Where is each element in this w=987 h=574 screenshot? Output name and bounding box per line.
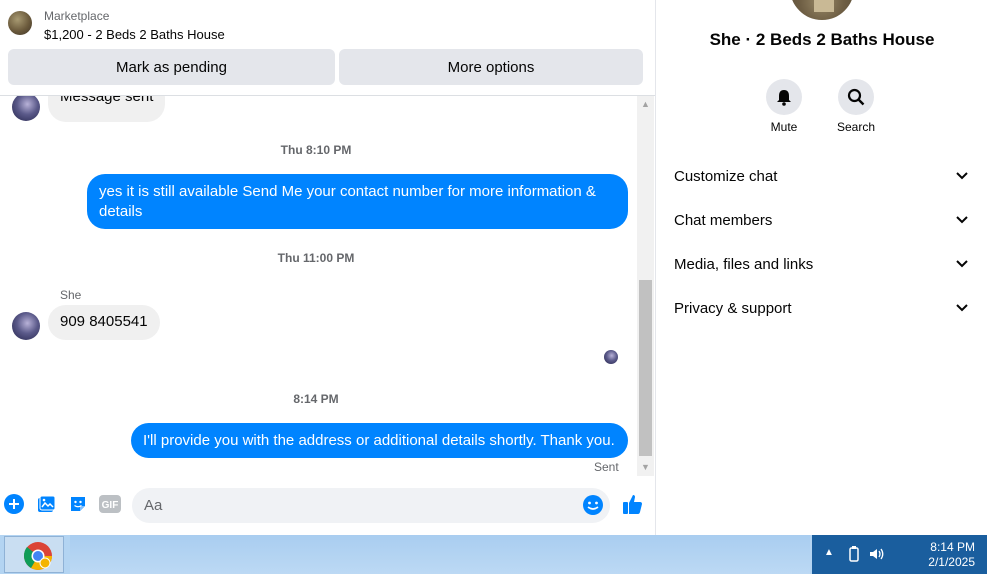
- image-icon[interactable]: [35, 493, 57, 515]
- volume-icon[interactable]: [868, 546, 884, 562]
- chevron-down-icon: [954, 256, 970, 272]
- listing-source: Marketplace: [44, 9, 110, 23]
- bell-icon[interactable]: [766, 79, 802, 115]
- listing-thumbnail[interactable]: [8, 11, 32, 35]
- message-bubble-outgoing[interactable]: I'll provide you with the address or add…: [131, 423, 628, 458]
- search-button[interactable]: Search: [826, 79, 886, 134]
- clock-date: 2/1/2025: [928, 555, 975, 569]
- scroll-up-arrow-icon[interactable]: ▲: [637, 96, 654, 113]
- chevron-down-icon: [954, 212, 970, 228]
- show-hidden-icons-icon[interactable]: ▲: [824, 547, 834, 558]
- clock-time: 8:14 PM: [930, 540, 975, 554]
- listing-title[interactable]: $1,200 - 2 Beds 2 Baths House: [44, 27, 225, 42]
- thread-scrollbar[interactable]: ▲ ▼: [637, 96, 654, 476]
- timestamp: 8:14 PM: [293, 392, 339, 406]
- section-chat-members[interactable]: Chat members: [664, 202, 980, 238]
- listing-photo[interactable]: [788, 0, 856, 22]
- system-tray: ▲ 8:14 PM 2/1/2025: [812, 535, 987, 574]
- chat-pane: Marketplace $1,200 - 2 Beds 2 Baths Hous…: [0, 0, 655, 535]
- conversation-info-pane: She · 2 Beds 2 Baths House Mute Search C…: [655, 0, 987, 535]
- chevron-down-icon: [954, 168, 970, 184]
- mute-button[interactable]: Mute: [754, 79, 814, 134]
- listing-header: Marketplace $1,200 - 2 Beds 2 Baths Hous…: [0, 0, 655, 96]
- gif-label: GIF: [102, 500, 119, 511]
- section-title: Customize chat: [674, 167, 778, 185]
- contact-avatar[interactable]: [12, 312, 40, 340]
- section-title: Chat members: [674, 211, 773, 229]
- sender-name: She: [60, 288, 82, 302]
- emoji-icon[interactable]: [582, 494, 604, 516]
- message-composer: GIF: [0, 476, 655, 535]
- message-text: yes it is still available Send Me your c…: [99, 183, 596, 220]
- message-text: Message sent: [60, 96, 154, 105]
- contact-avatar[interactable]: [12, 96, 40, 121]
- delivery-status: Sent: [594, 460, 619, 474]
- message-text: I'll provide you with the address or add…: [143, 432, 615, 449]
- seen-avatar: [604, 350, 618, 364]
- taskbar: ▲ 8:14 PM 2/1/2025: [0, 535, 987, 574]
- mute-label: Mute: [770, 120, 798, 134]
- timestamp: Thu 11:00 PM: [277, 251, 355, 265]
- scrollbar-thumb[interactable]: [639, 280, 652, 456]
- timestamp: Thu 8:10 PM: [280, 143, 352, 157]
- gif-icon[interactable]: GIF: [99, 493, 121, 515]
- conversation-name: She · 2 Beds 2 Baths House: [709, 30, 935, 49]
- message-thread[interactable]: Message sent Thu 8:10 PM yes it is still…: [0, 96, 637, 476]
- message-text: 909 8405541: [60, 313, 148, 330]
- search-label: Search: [836, 120, 876, 134]
- plus-icon[interactable]: [3, 493, 25, 515]
- message-bubble-outgoing[interactable]: yes it is still available Send Me your c…: [87, 174, 628, 229]
- section-title: Media, files and links: [674, 255, 814, 273]
- section-media-files-links[interactable]: Media, files and links: [664, 246, 980, 282]
- mark-as-pending-button[interactable]: Mark as pending: [8, 49, 335, 85]
- section-customize-chat[interactable]: Customize chat: [664, 158, 980, 194]
- chevron-down-icon: [954, 300, 970, 316]
- message-input-wrapper: [132, 488, 610, 523]
- chrome-icon[interactable]: [23, 541, 53, 571]
- more-options-button[interactable]: More options: [339, 49, 643, 85]
- taskbar-app-chrome[interactable]: [4, 536, 64, 573]
- thumbs-up-icon[interactable]: [621, 492, 645, 516]
- search-icon[interactable]: [838, 79, 874, 115]
- section-title: Privacy & support: [674, 299, 792, 317]
- section-privacy-support[interactable]: Privacy & support: [664, 290, 980, 326]
- device-icon[interactable]: [846, 546, 862, 562]
- scroll-down-arrow-icon[interactable]: ▼: [637, 459, 654, 476]
- message-bubble-incoming[interactable]: Message sent: [48, 96, 166, 122]
- app-window: Marketplace $1,200 - 2 Beds 2 Baths Hous…: [0, 0, 987, 574]
- clock[interactable]: 8:14 PM 2/1/2025: [928, 540, 975, 570]
- taskbar-background: [70, 535, 810, 574]
- message-input[interactable]: [144, 488, 574, 523]
- sticker-icon[interactable]: [67, 493, 89, 515]
- message-bubble-incoming[interactable]: 909 8405541: [48, 305, 160, 340]
